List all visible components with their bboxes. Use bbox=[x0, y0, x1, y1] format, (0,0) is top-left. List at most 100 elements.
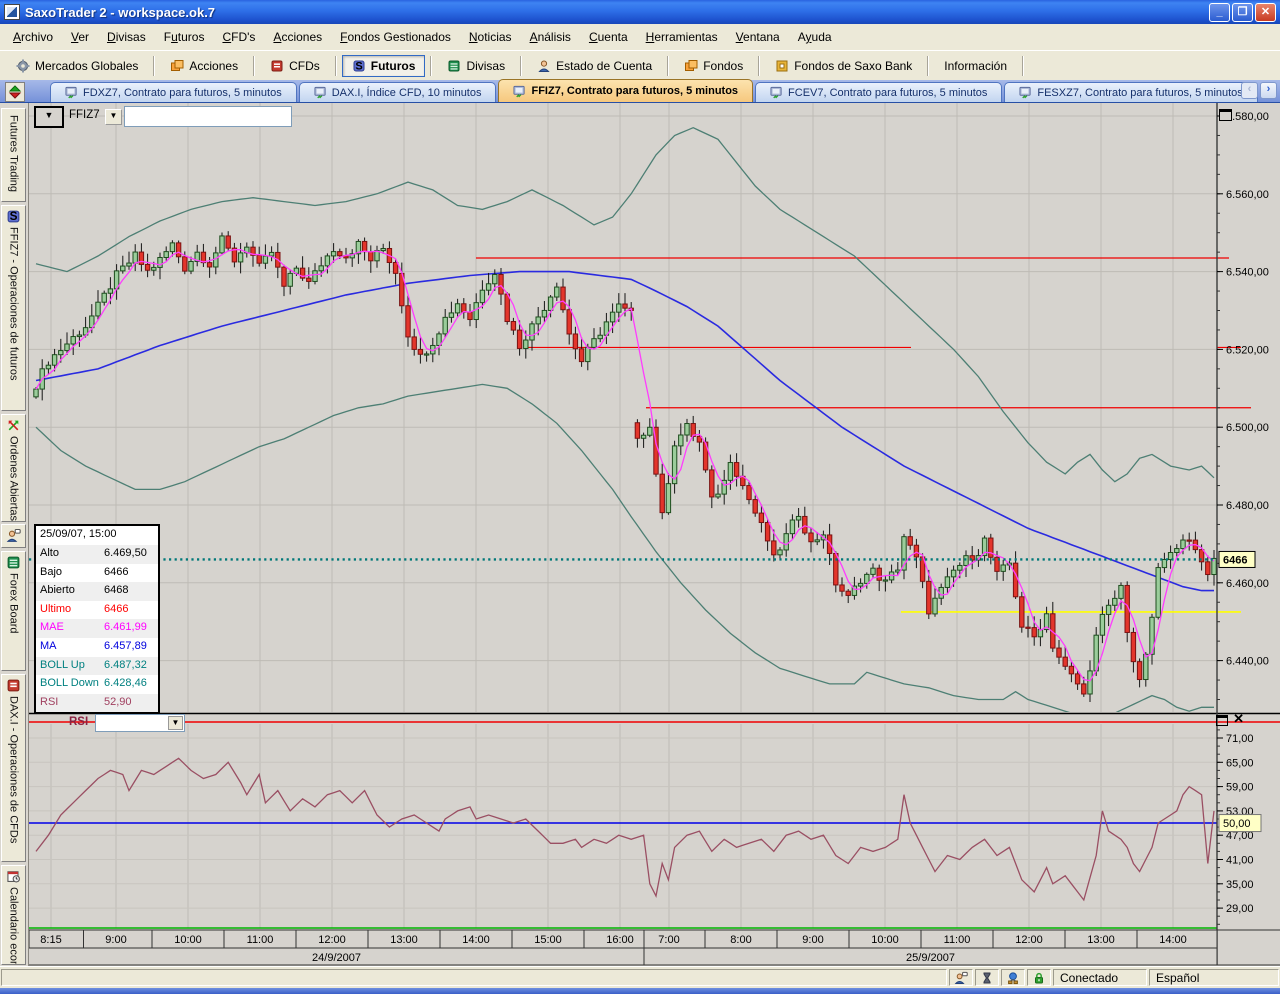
calendar-icon bbox=[6, 869, 21, 884]
toolbar-separator bbox=[927, 56, 929, 76]
user-chat-icon bbox=[954, 971, 968, 985]
menu-item-ver[interactable]: Ver bbox=[62, 27, 98, 47]
sidebar-item-ordenes-abiertas[interactable]: Ordenes Abiertas bbox=[1, 414, 26, 522]
rsi-indicator-label: RSI bbox=[69, 716, 88, 728]
menu-item-ayuda[interactable]: Ayuda bbox=[789, 27, 841, 47]
menu-item-cfd-s[interactable]: CFD's bbox=[213, 27, 264, 47]
toolbar-button-acciones[interactable]: Acciones bbox=[160, 55, 248, 77]
app-icon bbox=[4, 4, 20, 20]
taskbar-edge bbox=[0, 988, 1280, 994]
tooltip-row-label: Ultimo bbox=[40, 603, 104, 618]
svg-text:11:00: 11:00 bbox=[247, 934, 274, 946]
tooltip-row-bajo: Bajo6466 bbox=[36, 564, 158, 583]
chart-symbol-dropdown[interactable]: ▼ bbox=[34, 106, 64, 128]
svg-text:6.520,00: 6.520,00 bbox=[1226, 344, 1269, 356]
sidebar-item-dax-i-operaciones-de-cfds[interactable]: DAX.I - Operaciones de CFDs bbox=[1, 674, 26, 862]
menu-item-archivo[interactable]: Archivo bbox=[4, 27, 62, 47]
chart-tab-icon bbox=[513, 85, 526, 98]
svg-text:6.540,00: 6.540,00 bbox=[1226, 267, 1269, 279]
lock-icon bbox=[1032, 971, 1046, 985]
tab-scroll-right-button[interactable]: › bbox=[1260, 82, 1277, 99]
svg-text:25/9/2007: 25/9/2007 bbox=[906, 952, 955, 964]
tab-fdxz7[interactable]: FDXZ7, Contrato para futuros, 5 minutos bbox=[50, 82, 297, 102]
menu-bar: ArchivoVerDivisasFuturosCFD'sAccionesFon… bbox=[0, 24, 1280, 50]
close-button[interactable]: ✕ bbox=[1255, 3, 1276, 22]
symbol-mini-dropdown[interactable]: ▼ bbox=[105, 109, 122, 125]
menu-item-futuros[interactable]: Futuros bbox=[155, 27, 214, 47]
tooltip-row-abierto: Abierto6468 bbox=[36, 582, 158, 601]
svg-text:24/9/2007: 24/9/2007 bbox=[312, 952, 361, 964]
toolbar-button-mercados-globales[interactable]: Mercados Globales bbox=[6, 55, 148, 77]
menu-item-cuenta[interactable]: Cuenta bbox=[580, 27, 637, 47]
svg-text:12:00: 12:00 bbox=[318, 934, 346, 946]
toolbar-button-informaci-n[interactable]: Información bbox=[934, 55, 1017, 77]
toolbar-button-fondos-de-saxo-bank[interactable]: Fondos de Saxo Bank bbox=[765, 55, 922, 77]
status-hourglass-indicator bbox=[975, 969, 999, 986]
rsi-indicator-combo[interactable]: ▼ bbox=[95, 714, 185, 732]
menu-item-ventana[interactable]: Ventana bbox=[727, 27, 789, 47]
tooltip-row-label: Alto bbox=[40, 547, 104, 562]
price-pane-restore-icon[interactable] bbox=[1219, 109, 1232, 121]
chart-tab-icon bbox=[770, 86, 783, 99]
svg-text:8:00: 8:00 bbox=[730, 934, 751, 946]
tooltip-row-label: BOLL Up bbox=[40, 659, 104, 674]
toolbar-separator bbox=[253, 56, 255, 76]
sidebar-item-calendario-econ-mico[interactable]: Calendario económico bbox=[1, 865, 26, 965]
svg-text:14:00: 14:00 bbox=[1159, 934, 1187, 946]
rsi-pane-restore-icon[interactable] bbox=[1216, 715, 1228, 726]
svg-text:65,00: 65,00 bbox=[1226, 757, 1254, 769]
open-orders-icon bbox=[6, 418, 21, 433]
tab-dax-i[interactable]: DAX.I, Índice CFD, 10 minutos bbox=[299, 82, 497, 102]
tab-fesxz7[interactable]: FESXZ7, Contrato para futuros, 5 minutos bbox=[1004, 82, 1257, 102]
toolbar-button-futuros[interactable]: SFuturos bbox=[342, 55, 426, 77]
menu-item-an-lisis[interactable]: Análisis bbox=[521, 27, 580, 47]
svg-text:6466: 6466 bbox=[1223, 554, 1247, 566]
tab-scroll-left-button[interactable]: ‹ bbox=[1241, 82, 1258, 99]
table-green-icon bbox=[447, 59, 461, 73]
tooltip-row-value: 6.487,32 bbox=[104, 659, 154, 674]
tooltip-row-value: 6.457,89 bbox=[104, 640, 154, 655]
menu-item-herramientas[interactable]: Herramientas bbox=[637, 27, 727, 47]
tooltip-row-ma: MA6.457,89 bbox=[36, 638, 158, 657]
sidebar-item-ffiz7-operaciones-de-futuros[interactable]: SFFIZ7 - Operaciones de futuros bbox=[1, 205, 26, 411]
rsi-pane-close-icon[interactable]: ✕ bbox=[1233, 711, 1244, 727]
toolbar-button-cfds[interactable]: CFDs bbox=[260, 55, 330, 77]
svg-text:59,00: 59,00 bbox=[1226, 782, 1254, 794]
chart-symbol-label: FFIZ7 bbox=[69, 109, 100, 121]
minimize-button[interactable]: _ bbox=[1209, 3, 1230, 22]
sidebar-item-forex-board[interactable]: Forex Board bbox=[1, 551, 26, 671]
tab-ffiz7[interactable]: FFIZ7, Contrato para futuros, 5 minutos bbox=[498, 79, 753, 102]
toolbar-button-fondos[interactable]: Fondos bbox=[674, 55, 753, 77]
status-network-indicator bbox=[1001, 969, 1025, 986]
menu-item-divisas[interactable]: Divisas bbox=[98, 27, 155, 47]
toolbar-button-label: Información bbox=[944, 59, 1007, 73]
tooltip-row-label: RSI bbox=[40, 696, 104, 711]
main-area: Futures Trading SFFIZ7 - Operaciones de f… bbox=[0, 103, 1280, 966]
svg-text:41,00: 41,00 bbox=[1226, 855, 1254, 867]
menu-item-noticias[interactable]: Noticias bbox=[460, 27, 521, 47]
toolbar-separator bbox=[1022, 56, 1024, 76]
tooltip-row-boll-down: BOLL Down6.428,46 bbox=[36, 675, 158, 694]
toolbar: Mercados Globales Acciones CFDs SFuturos Div… bbox=[0, 50, 1280, 80]
ohlc-tooltip: 25/09/07, 15:00 Alto6.469,50Bajo6466Abie… bbox=[34, 524, 160, 714]
sidebar-item-user-chat[interactable] bbox=[1, 524, 26, 548]
tab-fcev7[interactable]: FCEV7, Contrato para futuros, 5 minutos bbox=[755, 82, 1002, 102]
sidebar-item-label: Ordenes Abiertas bbox=[8, 436, 20, 521]
tooltip-row-value: 6468 bbox=[104, 584, 154, 599]
window-orange-icon bbox=[684, 59, 698, 73]
tooltip-row-label: MAE bbox=[40, 621, 104, 636]
chart-canvas[interactable]: 6.580,006.560,006.540,006.520,006.500,00… bbox=[29, 103, 1280, 966]
toolbar-separator bbox=[758, 56, 760, 76]
svg-text:8:15: 8:15 bbox=[40, 934, 61, 946]
tooltip-datetime: 25/09/07, 15:00 bbox=[36, 526, 158, 545]
chevron-down-icon[interactable]: ▼ bbox=[168, 716, 183, 730]
restore-button[interactable]: ❐ bbox=[1232, 3, 1253, 22]
toolbar-button-divisas[interactable]: Divisas bbox=[437, 55, 515, 77]
tooltip-row-label: Bajo bbox=[40, 566, 104, 581]
toolbar-button-estado-de-cuenta[interactable]: Estado de Cuenta bbox=[527, 55, 662, 77]
sidebar-item-futures-trading[interactable]: Futures Trading bbox=[1, 108, 26, 202]
menu-item-acciones[interactable]: Acciones bbox=[264, 27, 331, 47]
symbol-search-input[interactable] bbox=[124, 106, 292, 127]
menu-item-fondos-gestionados[interactable]: Fondos Gestionados bbox=[331, 27, 460, 47]
toolbar-button-label: CFDs bbox=[289, 59, 320, 73]
